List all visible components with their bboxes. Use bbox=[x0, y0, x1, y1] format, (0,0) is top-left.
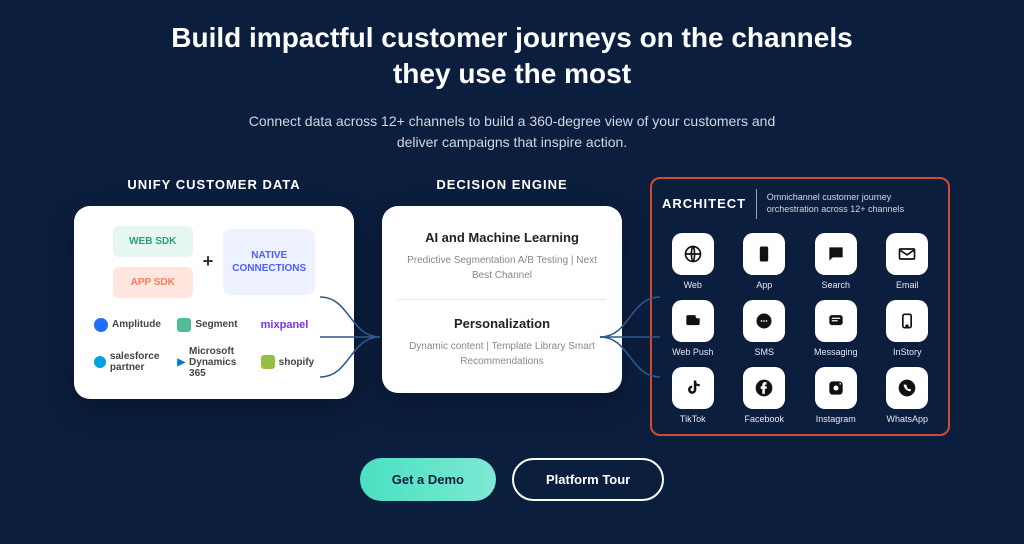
logo-shopify: shopify bbox=[261, 346, 334, 379]
search-chat-icon bbox=[815, 233, 857, 275]
decision-section1-body: Predictive Segmentation A/B Testing | Ne… bbox=[398, 253, 606, 283]
decision-section1-title: AI and Machine Learning bbox=[398, 230, 606, 245]
notification-icon bbox=[672, 300, 714, 342]
channel-tiktok: TikTok bbox=[662, 367, 724, 424]
channel-instagram: Instagram bbox=[805, 367, 867, 424]
hero-title: Build impactful customer journeys on the… bbox=[162, 20, 862, 93]
instagram-icon bbox=[815, 367, 857, 409]
plus-symbol: + bbox=[203, 251, 214, 272]
logo-mixpanel: mixpanel bbox=[261, 318, 334, 332]
channel-instory: InStory bbox=[877, 300, 939, 357]
channel-search: Search bbox=[805, 233, 867, 290]
app-sdk-badge: APP SDK bbox=[113, 267, 193, 298]
logo-segment: Segment bbox=[177, 318, 250, 332]
sms-icon bbox=[743, 300, 785, 342]
column-decision: DECISION ENGINE AI and Machine Learning … bbox=[382, 177, 622, 393]
story-icon bbox=[886, 300, 928, 342]
separator-bar bbox=[756, 189, 757, 219]
unify-card: WEB SDK APP SDK + NATIVE CONNECTIONS Amp… bbox=[74, 206, 354, 399]
column-unify: UNIFY CUSTOMER DATA WEB SDK APP SDK + NA… bbox=[74, 177, 354, 399]
web-sdk-badge: WEB SDK bbox=[113, 226, 193, 257]
messaging-icon bbox=[815, 300, 857, 342]
logo-microsoft-dynamics: Microsoft Dynamics 365 bbox=[177, 346, 250, 379]
channel-sms: SMS bbox=[734, 300, 796, 357]
envelope-icon bbox=[886, 233, 928, 275]
architect-highlight-box: ARCHITECT Omnichannel customer journey o… bbox=[650, 177, 950, 436]
unify-header: UNIFY CUSTOMER DATA bbox=[74, 177, 354, 192]
diagram-columns: UNIFY CUSTOMER DATA WEB SDK APP SDK + NA… bbox=[40, 177, 984, 436]
facebook-icon bbox=[743, 367, 785, 409]
channel-email: Email bbox=[877, 233, 939, 290]
logo-amplitude: Amplitude bbox=[94, 318, 167, 332]
channel-grid: Web App Search Email Web Push SMS Messag… bbox=[662, 233, 938, 424]
decision-section2-title: Personalization bbox=[398, 316, 606, 331]
phone-icon bbox=[743, 233, 785, 275]
logo-salesforce: salesforce partner bbox=[94, 346, 167, 379]
tiktok-icon bbox=[672, 367, 714, 409]
decision-card: AI and Machine Learning Predictive Segme… bbox=[382, 206, 622, 393]
channel-messaging: Messaging bbox=[805, 300, 867, 357]
hero-subtitle: Connect data across 12+ channels to buil… bbox=[232, 111, 792, 153]
divider bbox=[398, 299, 606, 300]
channel-web: Web bbox=[662, 233, 724, 290]
cta-row: Get a Demo Platform Tour bbox=[360, 458, 665, 501]
channel-facebook: Facebook bbox=[734, 367, 796, 424]
architect-description: Omnichannel customer journey orchestrati… bbox=[767, 192, 938, 215]
architect-header: ARCHITECT bbox=[662, 196, 746, 211]
globe-icon bbox=[672, 233, 714, 275]
decision-header: DECISION ENGINE bbox=[382, 177, 622, 192]
decision-section2-body: Dynamic content | Template Library Smart… bbox=[398, 339, 606, 369]
channel-webpush: Web Push bbox=[662, 300, 724, 357]
native-connections-badge: NATIVE CONNECTIONS bbox=[223, 229, 315, 295]
channel-app: App bbox=[734, 233, 796, 290]
column-architect: ARCHITECT Omnichannel customer journey o… bbox=[650, 177, 950, 436]
platform-tour-button[interactable]: Platform Tour bbox=[512, 458, 664, 501]
get-demo-button[interactable]: Get a Demo bbox=[360, 458, 496, 501]
whatsapp-icon bbox=[886, 367, 928, 409]
channel-whatsapp: WhatsApp bbox=[877, 367, 939, 424]
